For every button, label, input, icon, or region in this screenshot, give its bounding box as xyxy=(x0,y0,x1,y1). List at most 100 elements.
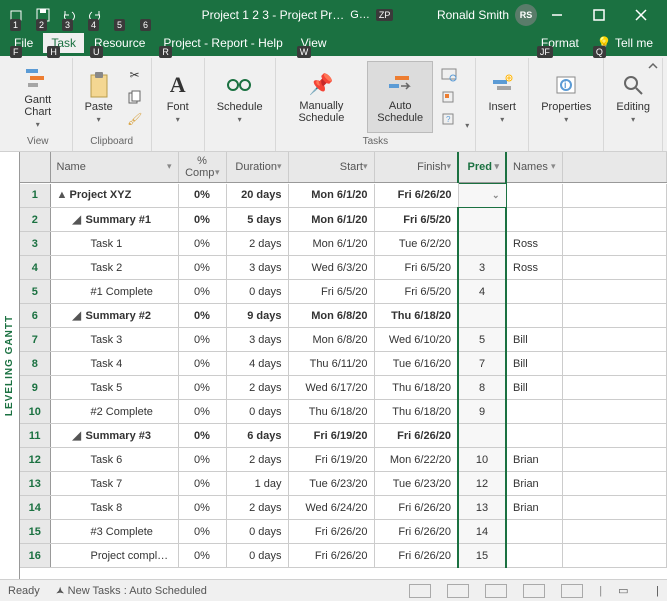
cell-start[interactable]: Mon 6/1/20 xyxy=(288,232,374,256)
cell-predecessors[interactable] xyxy=(458,424,506,448)
cell-empty[interactable] xyxy=(562,352,667,376)
cell-pctcomplete[interactable]: 0% xyxy=(178,448,226,472)
cell-start[interactable]: Wed 6/3/20 xyxy=(288,256,374,280)
cell-pctcomplete[interactable]: 0% xyxy=(178,232,226,256)
cell-pctcomplete[interactable]: 0% xyxy=(178,184,226,208)
qat-btn-redo[interactable]: 4 xyxy=(84,4,106,26)
collapse-ribbon-button[interactable] xyxy=(647,60,663,76)
cell-finish[interactable]: Tue 6/2/20 xyxy=(374,232,458,256)
cell-name[interactable]: #3 Complete xyxy=(50,520,178,544)
cell-predecessors[interactable] xyxy=(458,304,506,328)
cell-duration[interactable]: 0 days xyxy=(226,520,288,544)
cell-predecessors[interactable]: 7 xyxy=(458,352,506,376)
cell-resourcenames[interactable]: Bill xyxy=(506,328,562,352)
close-button[interactable] xyxy=(621,1,661,29)
cell-name[interactable]: #2 Complete xyxy=(50,400,178,424)
menu-task[interactable]: TaskH xyxy=(43,33,84,53)
view-shortcut-4[interactable] xyxy=(523,584,545,598)
col-predecessors-header[interactable]: Pred▾ xyxy=(458,152,506,183)
cell-start[interactable]: Fri 6/26/20 xyxy=(288,544,374,568)
cell-name[interactable]: Task 4 xyxy=(50,352,178,376)
col-duration-header[interactable]: Duration▾ xyxy=(226,152,288,183)
qat-btn-1[interactable]: 1 xyxy=(6,4,28,26)
row-header[interactable]: 3 xyxy=(20,232,50,256)
task-mode-button[interactable]: ? xyxy=(439,109,459,129)
cell-start[interactable]: Thu 6/18/20 xyxy=(288,400,374,424)
col-start-header[interactable]: Start▾ xyxy=(288,152,374,183)
cell-resourcenames[interactable]: Brian xyxy=(506,472,562,496)
cell-name[interactable]: Task 1 xyxy=(50,232,178,256)
cell-name[interactable]: Task 2 xyxy=(50,256,178,280)
schedule-button[interactable]: Schedule ▾ xyxy=(211,61,269,133)
status-newtasks[interactable]: 🟂 New Tasks : Auto Scheduled xyxy=(56,582,207,599)
row-header[interactable]: 2 xyxy=(20,208,50,232)
row-header[interactable]: 10 xyxy=(20,400,50,424)
insert-button[interactable]: Insert ▾ xyxy=(482,61,522,133)
cell-finish[interactable]: Fri 6/26/20 xyxy=(374,496,458,520)
cell-finish[interactable]: Fri 6/5/20 xyxy=(374,280,458,304)
cell-start[interactable]: Mon 6/8/20 xyxy=(288,304,374,328)
cell-empty[interactable] xyxy=(562,184,667,208)
col-resourcenames-header[interactable]: Names▾ xyxy=(506,152,562,183)
cell-resourcenames[interactable] xyxy=(506,520,562,544)
cell-resourcenames[interactable]: Brian xyxy=(506,496,562,520)
cell-empty[interactable] xyxy=(562,280,667,304)
inspect-task-button[interactable] xyxy=(439,65,459,85)
cell-finish[interactable]: Fri 6/26/20 xyxy=(374,184,458,208)
cell-name[interactable]: Task 8 xyxy=(50,496,178,520)
cell-duration[interactable]: 2 days xyxy=(226,448,288,472)
cell-resourcenames[interactable] xyxy=(506,208,562,232)
cell-resourcenames[interactable]: Ross xyxy=(506,232,562,256)
menu-format[interactable]: FormatJF xyxy=(533,33,587,53)
cell-start[interactable]: Fri 6/19/20 xyxy=(288,448,374,472)
cell-finish[interactable]: Mon 6/22/20 xyxy=(374,448,458,472)
cell-finish[interactable]: Thu 6/18/20 xyxy=(374,400,458,424)
cell-duration[interactable]: 0 days xyxy=(226,280,288,304)
cell-pctcomplete[interactable]: 0% xyxy=(178,424,226,448)
cell-name[interactable]: ◢ Summary #3 xyxy=(50,424,178,448)
cell-resourcenames[interactable] xyxy=(506,544,562,568)
row-header[interactable]: 11 xyxy=(20,424,50,448)
cell-finish[interactable]: Fri 6/26/20 xyxy=(374,424,458,448)
cell-resourcenames[interactable]: Bill xyxy=(506,352,562,376)
cell-empty[interactable] xyxy=(562,400,667,424)
cell-resourcenames[interactable]: Ross xyxy=(506,256,562,280)
cell-duration[interactable]: 5 days xyxy=(226,208,288,232)
cell-finish[interactable]: Fri 6/5/20 xyxy=(374,256,458,280)
properties-button[interactable]: i Properties ▾ xyxy=(535,61,597,133)
row-header[interactable]: 16 xyxy=(20,544,50,568)
cell-predecessors[interactable]: 10 xyxy=(458,448,506,472)
menu-resource[interactable]: ResourceU xyxy=(86,33,153,53)
cell-duration[interactable]: 3 days xyxy=(226,256,288,280)
cell-name[interactable]: Project completed xyxy=(50,544,178,568)
cell-predecessors[interactable]: 15 xyxy=(458,544,506,568)
cell-start[interactable]: Tue 6/23/20 xyxy=(288,472,374,496)
cell-pctcomplete[interactable]: 0% xyxy=(178,280,226,304)
menu-project-report-help[interactable]: Project - Report - HelpR xyxy=(155,33,290,53)
cell-duration[interactable]: 20 days xyxy=(226,184,288,208)
cell-predecessors[interactable]: 4 xyxy=(458,280,506,304)
view-shortcut-1[interactable] xyxy=(409,584,431,598)
cell-empty[interactable] xyxy=(562,376,667,400)
cell-finish[interactable]: Thu 6/18/20 xyxy=(374,376,458,400)
qat-btn-6[interactable]: 6 xyxy=(136,4,158,26)
cell-pctcomplete[interactable]: 0% xyxy=(178,328,226,352)
cell-predecessors[interactable]: 12 xyxy=(458,472,506,496)
row-header[interactable]: 5 xyxy=(20,280,50,304)
row-header[interactable]: 14 xyxy=(20,496,50,520)
cell-dropdown-icon[interactable]: ⌄ xyxy=(492,190,500,201)
user-avatar[interactable]: RS xyxy=(515,4,537,26)
cell-finish[interactable]: Fri 6/26/20 xyxy=(374,544,458,568)
cell-pctcomplete[interactable]: 0% xyxy=(178,544,226,568)
row-header[interactable]: 7 xyxy=(20,328,50,352)
cell-name[interactable]: Task 6 xyxy=(50,448,178,472)
cell-resourcenames[interactable] xyxy=(506,400,562,424)
cell-start[interactable]: Wed 6/17/20 xyxy=(288,376,374,400)
cell-empty[interactable] xyxy=(562,304,667,328)
row-header[interactable]: 15 xyxy=(20,520,50,544)
cell-pctcomplete[interactable]: 0% xyxy=(178,352,226,376)
col-name-header[interactable]: Name▾ xyxy=(50,152,178,183)
cell-finish[interactable]: Wed 6/10/20 xyxy=(374,328,458,352)
cell-name[interactable]: ▲ Project XYZ xyxy=(50,184,178,208)
cell-pctcomplete[interactable]: 0% xyxy=(178,208,226,232)
